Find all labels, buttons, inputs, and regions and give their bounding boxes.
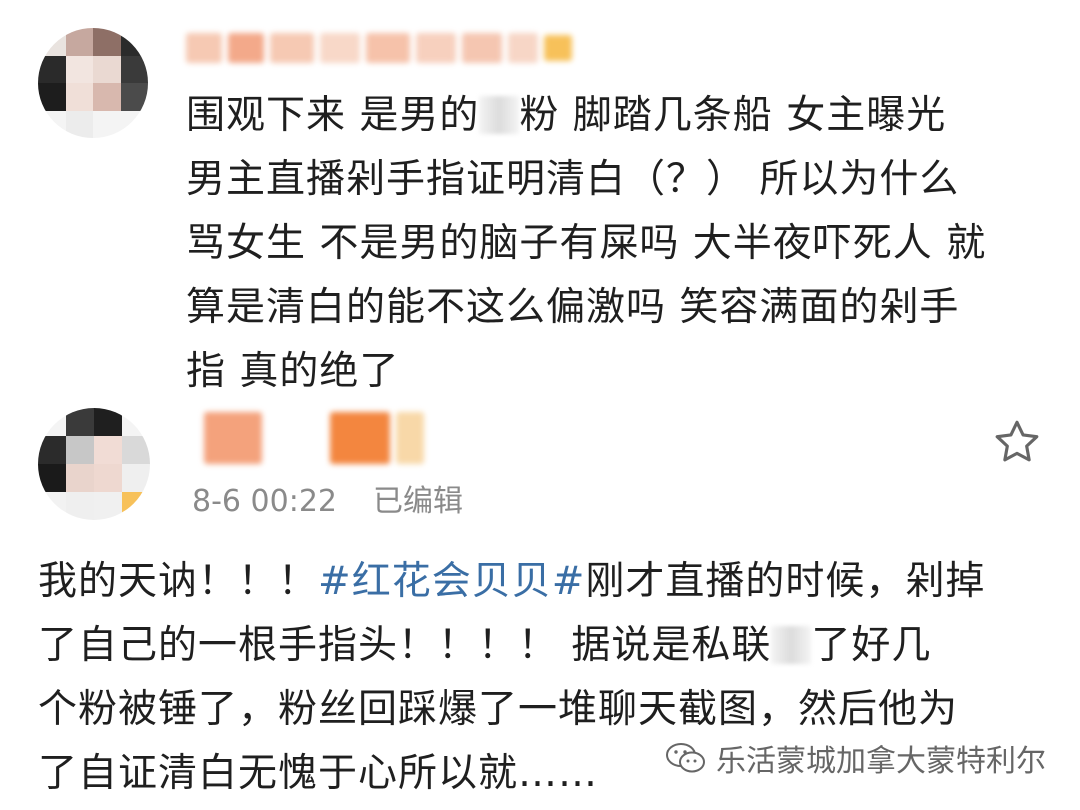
star-outline-icon[interactable] <box>990 416 1044 470</box>
username-redacted[interactable] <box>186 28 572 68</box>
redacted-word <box>771 626 812 664</box>
comment-line: 个粉被锤了，粉丝回踩爆了一堆聊天截图，然后他为 <box>38 687 959 732</box>
comment-line: 男主直播剁手指证明清白（？） 所以为什么 <box>186 157 960 202</box>
user-avatar[interactable] <box>38 408 150 520</box>
redacted-word <box>479 96 520 134</box>
username-redacted[interactable] <box>204 410 424 466</box>
user-avatar[interactable] <box>38 28 148 138</box>
source-watermark: 乐活蒙城加拿大蒙特利尔 <box>664 736 1046 780</box>
comment-line: 我的天讷！！！#红花会贝贝#刚才直播的时候，剁掉 <box>38 559 986 604</box>
comment-body: 围观下来 是男的粉 脚踏几条船 女主曝光 男主直播剁手指证明清白（？） 所以为什… <box>186 84 1046 404</box>
comment-line: 骂女生 不是男的脑子有屎吗 大半夜吓死人 就 <box>186 221 987 266</box>
comment-line: 了自己的一根手指头！！！！ 据说是私联 了好几 <box>38 623 932 668</box>
timestamp: 8-6 00:22 <box>192 484 337 519</box>
comment-line: 围观下来 是男的粉 脚踏几条船 女主曝光 <box>186 93 947 138</box>
comment-line: 算是清白的能不这么偏激吗 笑容满面的剁手 <box>186 285 960 330</box>
comment-line: 指 真的绝了 <box>186 349 400 394</box>
edited-label: 已编辑 <box>373 484 463 519</box>
wechat-icon <box>666 743 705 773</box>
hashtag-link[interactable]: #红花会贝贝# <box>318 559 585 604</box>
watermark-text: 乐活蒙城加拿大蒙特利尔 <box>716 744 1046 779</box>
weibo-comment-screenshot: 围观下来 是男的粉 脚踏几条船 女主曝光 男主直播剁手指证明清白（？） 所以为什… <box>0 0 1080 810</box>
comment-meta: 8-6 00:22 已编辑 <box>192 476 463 520</box>
